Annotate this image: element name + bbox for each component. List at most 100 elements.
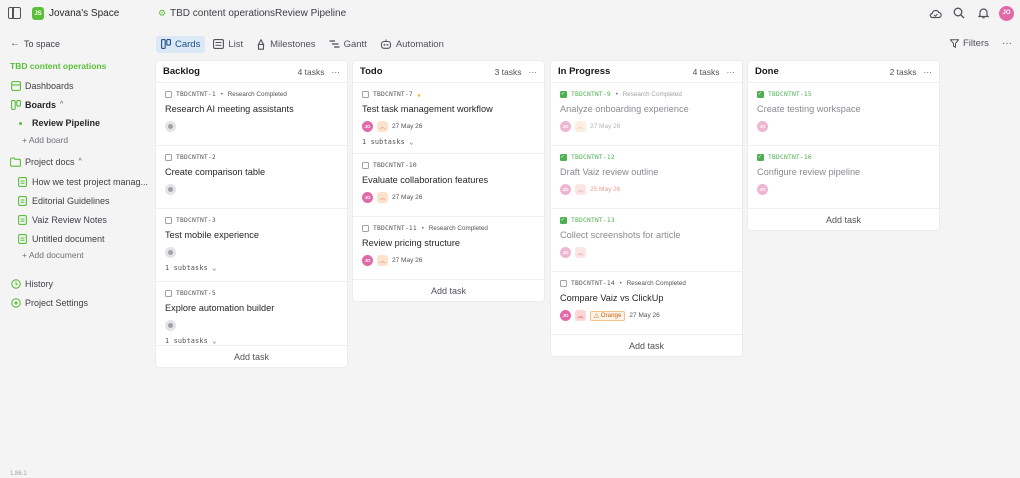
task-checkbox-checked[interactable] <box>757 153 764 161</box>
task-checkbox-checked[interactable] <box>757 90 764 98</box>
avatar[interactable]: JO <box>560 247 571 258</box>
space-badge[interactable]: JS <box>32 7 44 20</box>
avatar[interactable]: JO <box>560 121 571 132</box>
priority-high-icon[interactable]: ︽ <box>575 184 586 195</box>
add-document-button[interactable]: + Add document <box>22 250 84 260</box>
task-card[interactable]: TBDCNTNT-5 Explore automation builder 1 … <box>156 281 347 345</box>
sidebar-item-dashboards[interactable]: Dashboards <box>10 80 74 91</box>
task-checkbox[interactable] <box>362 91 369 98</box>
column-menu-button[interactable]: ··· <box>727 67 736 77</box>
avatar[interactable]: JO <box>560 184 571 195</box>
priority-medium-icon[interactable]: ︿ <box>377 192 388 203</box>
tag-badge[interactable]: △ Orange <box>590 310 626 321</box>
avatar[interactable]: JO <box>757 184 768 195</box>
task-checkbox[interactable] <box>165 217 172 224</box>
column-done: Done 2 tasks ··· TBDCNTNT-15 Create test… <box>748 61 939 230</box>
add-board-button[interactable]: + Add board <box>22 135 68 145</box>
due-date[interactable]: 27 May 26 <box>590 123 620 130</box>
add-task-button[interactable]: Add task <box>156 345 347 367</box>
tab-automation[interactable]: Automation <box>375 36 449 53</box>
task-checkbox-checked[interactable] <box>560 153 567 161</box>
subtasks-toggle[interactable]: 1 subtasks ⌄ <box>165 337 338 345</box>
sidebar-doc-item[interactable]: How we test project manag... <box>17 176 148 187</box>
sidebar-item-label: Boards <box>25 99 57 110</box>
sidebar-doc-item[interactable]: Vaiz Review Notes <box>17 214 107 225</box>
task-checkbox-checked[interactable] <box>560 90 567 98</box>
project-title[interactable]: TBD content operations <box>10 61 106 71</box>
task-card[interactable]: TBDCNTNT-10 Evaluate collaboration featu… <box>353 153 544 216</box>
column-menu-button[interactable]: ··· <box>332 67 341 77</box>
task-card[interactable]: TBDCNTNT-9•Research Completed Analyze on… <box>551 82 742 145</box>
task-card[interactable]: TBDCNTNT-3 Test mobile experience 1 subt… <box>156 208 347 281</box>
back-to-space-link[interactable]: ← To space <box>10 38 60 49</box>
task-card[interactable]: TBDCNTNT-11 • Research Completed Review pr… <box>353 216 544 279</box>
assignee-placeholder-icon[interactable] <box>165 184 176 195</box>
assignee-placeholder-icon[interactable] <box>165 320 176 331</box>
breadcrumb-board[interactable]: Review Pipeline <box>275 8 346 19</box>
task-checkbox[interactable] <box>560 280 567 287</box>
bell-icon[interactable] <box>975 5 991 21</box>
tab-list[interactable]: List <box>208 36 248 53</box>
avatar[interactable]: JO <box>362 255 373 266</box>
due-date[interactable]: 27 May 26 <box>629 312 659 319</box>
project-gear-icon: ⚙ <box>158 8 167 18</box>
sidebar-item-project-docs[interactable]: Project docs ^ <box>10 156 82 167</box>
task-card[interactable]: TBDCNTNT-16 Configure review pipeline JO <box>748 145 939 208</box>
sidebar-item-boards[interactable]: Boards ^ <box>10 99 63 110</box>
task-checkbox-checked[interactable] <box>560 216 567 224</box>
tab-cards[interactable]: Cards <box>156 35 206 53</box>
due-date[interactable]: 25 May 26 <box>590 186 620 193</box>
sidebar-item-history[interactable]: History <box>10 278 53 289</box>
sidebar-doc-item[interactable]: Editorial Guidelines <box>17 195 110 206</box>
due-date[interactable]: 27 May 26 <box>392 123 422 130</box>
task-checkbox[interactable] <box>165 290 172 297</box>
tab-milestones[interactable]: Milestones <box>251 36 320 53</box>
cloud-icon[interactable] <box>927 5 943 21</box>
priority-medium-icon[interactable]: ︿ <box>575 121 586 132</box>
task-card[interactable]: TBDCNTNT-14 • Research Completed Compare V… <box>551 271 742 334</box>
tab-gantt[interactable]: Gantt <box>324 36 372 53</box>
due-date[interactable]: 27 May 26 <box>392 194 422 201</box>
priority-high-icon[interactable]: ︽ <box>575 310 586 321</box>
task-checkbox[interactable] <box>362 225 369 232</box>
avatar[interactable]: JO <box>757 121 768 132</box>
sidebar-doc-item[interactable]: Untitled document <box>17 233 105 244</box>
task-card[interactable]: TBDCNTNT-13 Collect screenshots for arti… <box>551 208 742 271</box>
priority-medium-icon[interactable]: ︿ <box>377 255 388 266</box>
subtasks-toggle[interactable]: 1 subtasks ⌄ <box>362 138 535 146</box>
breadcrumb-project[interactable]: TBD content operations <box>170 8 275 19</box>
task-checkbox[interactable] <box>362 162 369 169</box>
task-card[interactable]: TBDCNTNT-15 Create testing workspace JO <box>748 82 939 145</box>
due-date[interactable]: 27 May 26 <box>392 257 422 264</box>
task-checkbox[interactable] <box>165 91 172 98</box>
add-task-button[interactable]: Add task <box>353 279 544 301</box>
assignee-placeholder-icon[interactable] <box>165 121 176 132</box>
space-name[interactable]: Jovana's Space <box>49 8 119 19</box>
column-menu-button[interactable]: ··· <box>924 67 933 77</box>
priority-high-icon[interactable]: ︽ <box>575 247 586 258</box>
user-avatar[interactable]: JO <box>999 5 1014 21</box>
avatar[interactable]: JO <box>362 121 373 132</box>
priority-medium-icon[interactable]: ︿ <box>377 121 388 132</box>
task-card[interactable]: TBDCNTNT-12 Draft Vaiz review outline JO… <box>551 145 742 208</box>
task-card[interactable]: TBDCNTNT-7 ★ Test task management workflo… <box>353 82 544 153</box>
star-icon[interactable]: ★ <box>417 91 421 99</box>
assignee-placeholder-icon[interactable] <box>165 247 176 258</box>
task-checkbox[interactable] <box>165 154 172 161</box>
sidebar-item-settings[interactable]: Project Settings <box>10 297 88 308</box>
column-title: Todo <box>360 66 383 77</box>
task-card[interactable]: TBDCNTNT-2 Create comparison table <box>156 145 347 208</box>
subtasks-toggle[interactable]: 1 subtasks ⌄ <box>165 264 338 272</box>
task-title: Create comparison table <box>165 167 266 177</box>
add-task-button[interactable]: Add task <box>748 208 939 230</box>
column-menu-button[interactable]: ··· <box>529 67 538 77</box>
avatar[interactable]: JO <box>362 192 373 203</box>
task-card[interactable]: TBDCNTNT-1 • Research Completed Research A… <box>156 82 347 145</box>
sidebar-item-review-pipeline[interactable]: Review Pipeline <box>19 118 100 128</box>
search-icon[interactable] <box>951 5 967 21</box>
avatar[interactable]: JO <box>560 310 571 321</box>
sidebar-toggle-icon[interactable] <box>8 7 21 19</box>
more-menu-button[interactable]: ··· <box>1002 38 1012 49</box>
add-task-button[interactable]: Add task <box>551 334 742 356</box>
filters-button[interactable]: Filters <box>950 38 989 49</box>
